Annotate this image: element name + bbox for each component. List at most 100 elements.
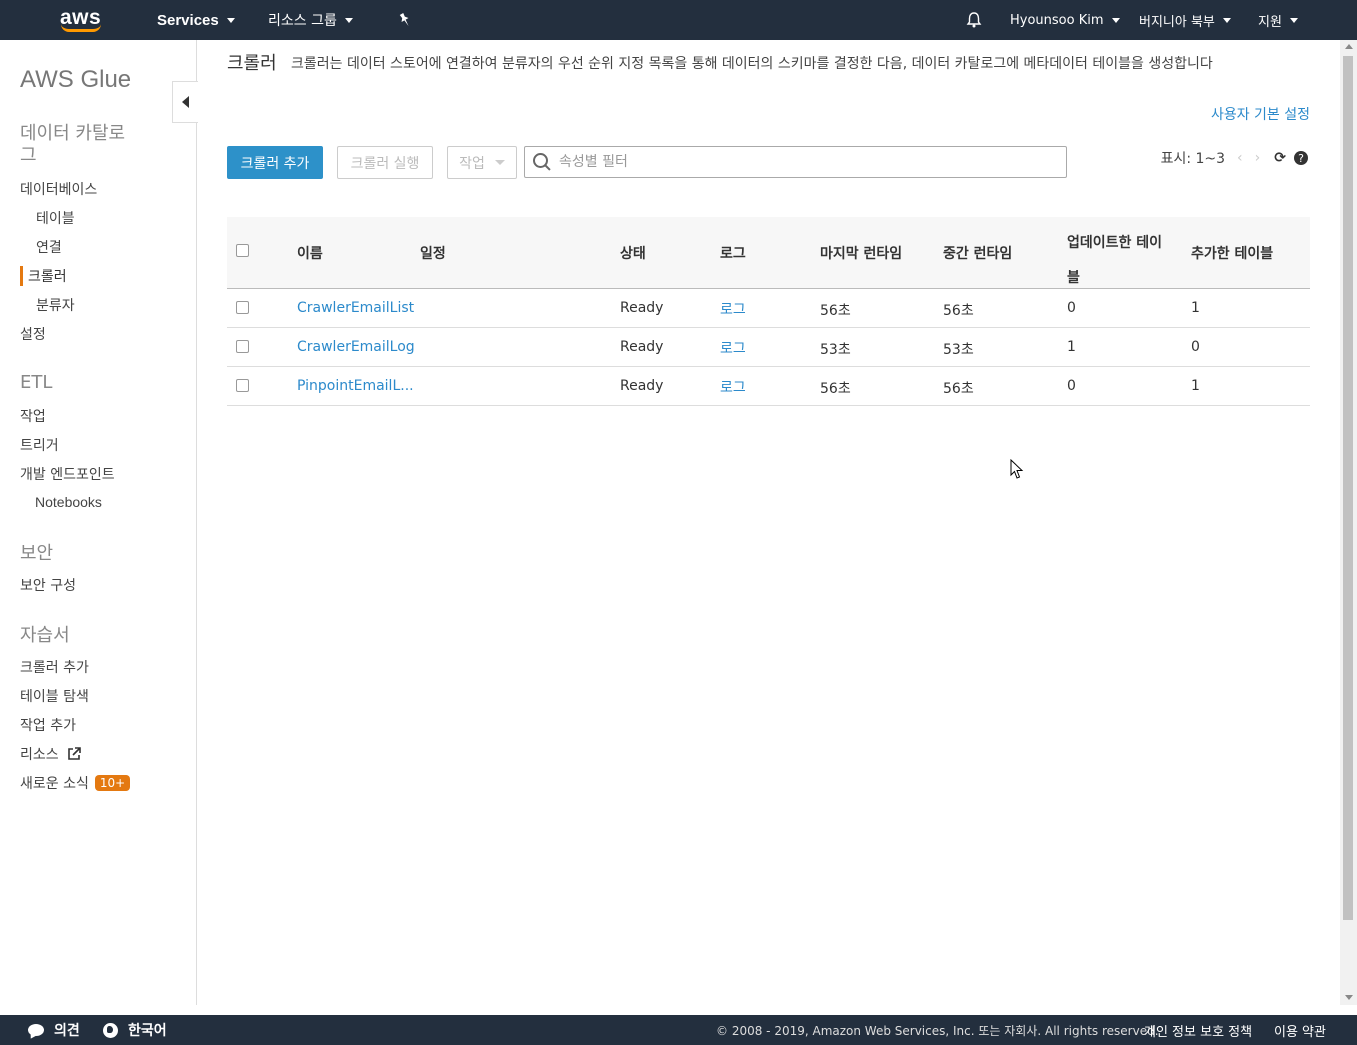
crawler-name-link[interactable]: PinpointEmailL... bbox=[297, 378, 414, 394]
pagination: 표시: 1~3 ‹ › ⟳ ? bbox=[1161, 148, 1308, 168]
language-selector[interactable]: 한국어 bbox=[103, 1015, 167, 1045]
crawler-logs-link[interactable]: 로그 bbox=[720, 299, 746, 319]
bell-icon[interactable] bbox=[965, 0, 983, 40]
support-label: 지원 bbox=[1258, 14, 1282, 30]
crawler-last-runtime: 53초 bbox=[820, 342, 851, 358]
sidebar-item-connections[interactable]: 연결 bbox=[36, 237, 62, 257]
whats-new-badge: 10+ bbox=[94, 775, 131, 791]
crawler-tables-added: 1 bbox=[1191, 300, 1200, 316]
sidebar-heading-tutorials: 자습서 bbox=[20, 625, 70, 646]
help-icon[interactable]: ? bbox=[1294, 151, 1308, 165]
table-row[interactable]: PinpointEmailL... Ready 로그 56초 56초 0 1 bbox=[227, 367, 1310, 406]
crawler-name-link[interactable]: CrawlerEmailLog bbox=[297, 339, 415, 355]
caret-left-icon bbox=[182, 96, 189, 108]
crawler-median-runtime: 56초 bbox=[943, 303, 974, 319]
page-description: 크롤러는 데이터 스토어에 연결하여 분류자의 우선 순위 지정 목록을 통해 … bbox=[291, 56, 1213, 72]
action-dropdown[interactable]: 작업 bbox=[447, 146, 517, 179]
crawler-logs-link[interactable]: 로그 bbox=[720, 338, 746, 358]
crawler-status: Ready bbox=[620, 300, 664, 316]
globe-icon bbox=[103, 1022, 118, 1038]
scroll-up-icon[interactable] bbox=[1345, 44, 1353, 49]
column-header-name[interactable]: 이름 bbox=[297, 243, 323, 263]
row-checkbox[interactable] bbox=[236, 301, 249, 314]
pagination-range: 표시: 1~3 bbox=[1160, 151, 1226, 167]
crawler-name-link[interactable]: CrawlerEmailList bbox=[297, 300, 414, 316]
aws-smile-icon bbox=[60, 24, 101, 32]
crawler-tables-added: 0 bbox=[1191, 339, 1200, 355]
chevron-left-icon[interactable]: ‹ bbox=[1237, 150, 1243, 166]
resource-groups-label: 리소스 그룹 bbox=[268, 13, 337, 29]
chevron-down-icon bbox=[494, 160, 505, 165]
crawler-last-runtime: 56초 bbox=[820, 303, 851, 319]
services-menu[interactable]: Services bbox=[157, 0, 235, 40]
external-link-icon bbox=[67, 747, 81, 760]
user-menu[interactable]: Hyounsoo Kim bbox=[1010, 0, 1120, 40]
sidebar-item-jobs[interactable]: 작업 bbox=[20, 406, 46, 426]
pin-icon[interactable] bbox=[397, 0, 413, 40]
privacy-policy-link[interactable]: 개인 정보 보호 정책 bbox=[1144, 1015, 1252, 1045]
sidebar-item-notebooks[interactable]: Notebooks bbox=[35, 494, 102, 510]
feedback-button[interactable]: 의견 bbox=[28, 1015, 80, 1045]
sidebar-item-tables[interactable]: 테이블 bbox=[36, 208, 75, 228]
scroll-down-icon[interactable] bbox=[1345, 995, 1353, 1000]
run-crawler-button[interactable]: 크롤러 실행 bbox=[337, 146, 433, 179]
add-crawler-button[interactable]: 크롤러 추가 bbox=[227, 146, 323, 179]
aws-logo[interactable]: aws bbox=[60, 0, 101, 40]
region-label: 버지니아 북부 bbox=[1139, 14, 1215, 30]
column-header-last-runtime[interactable]: 마지막 런타임 bbox=[820, 243, 902, 263]
region-menu[interactable]: 버지니아 북부 bbox=[1139, 0, 1231, 40]
sidebar-item-settings[interactable]: 설정 bbox=[20, 324, 46, 344]
crawler-status: Ready bbox=[620, 378, 664, 394]
page-title: 크롤러 bbox=[227, 53, 277, 74]
crawler-last-runtime: 56초 bbox=[820, 381, 851, 397]
sidebar-item-crawlers[interactable]: 크롤러 bbox=[20, 266, 67, 286]
filter-search-box[interactable] bbox=[524, 146, 1067, 178]
sidebar-item-databases[interactable]: 데이터베이스 bbox=[20, 179, 97, 199]
sidebar-item-tut-add-job[interactable]: 작업 추가 bbox=[20, 715, 76, 735]
sidebar-item-tut-add-crawler[interactable]: 크롤러 추가 bbox=[20, 657, 89, 677]
resource-groups-menu[interactable]: 리소스 그룹 bbox=[268, 0, 353, 40]
sidebar-item-tut-explore-table[interactable]: 테이블 탐색 bbox=[20, 686, 89, 706]
column-header-schedule[interactable]: 일정 bbox=[420, 243, 446, 263]
chevron-down-icon bbox=[1222, 17, 1231, 23]
column-header-status[interactable]: 상태 bbox=[620, 243, 646, 263]
column-header-logs[interactable]: 로그 bbox=[720, 243, 746, 263]
user-preferences-link[interactable]: 사용자 기본 설정 bbox=[1211, 104, 1310, 124]
column-header-median-runtime[interactable]: 중간 런타임 bbox=[943, 243, 1012, 263]
heading-line: 그 bbox=[20, 145, 37, 166]
select-all-checkbox[interactable] bbox=[236, 244, 249, 257]
chevron-down-icon bbox=[1289, 17, 1298, 23]
sidebar-item-resources[interactable]: 리소스 bbox=[20, 744, 81, 764]
mouse-cursor-icon bbox=[1010, 459, 1024, 479]
table-row[interactable]: CrawlerEmailList Ready 로그 56초 56초 0 1 bbox=[227, 289, 1310, 328]
sidebar-item-triggers[interactable]: 트리거 bbox=[20, 435, 59, 455]
chevron-down-icon bbox=[1111, 17, 1120, 23]
sidebar-item-security-config[interactable]: 보안 구성 bbox=[20, 575, 76, 595]
chevron-right-icon[interactable]: › bbox=[1255, 150, 1261, 166]
column-header-tables-updated[interactable]: 업데이트한 테이 블 bbox=[1067, 226, 1162, 296]
refresh-icon[interactable]: ⟳ bbox=[1274, 150, 1286, 166]
row-checkbox[interactable] bbox=[236, 379, 249, 392]
collapse-sidebar-button[interactable] bbox=[172, 81, 198, 123]
speech-bubble-icon bbox=[28, 1024, 44, 1036]
scrollbar-thumb[interactable] bbox=[1343, 56, 1353, 920]
crawler-tables-updated: 0 bbox=[1067, 300, 1076, 316]
sidebar-item-classifiers[interactable]: 분류자 bbox=[36, 295, 75, 315]
support-menu[interactable]: 지원 bbox=[1258, 0, 1298, 40]
crawler-median-runtime: 53초 bbox=[943, 342, 974, 358]
sidebar-title[interactable]: AWS Glue bbox=[20, 66, 131, 94]
search-icon bbox=[533, 153, 551, 171]
table-row[interactable]: CrawlerEmailLog Ready 로그 53초 53초 1 0 bbox=[227, 328, 1310, 367]
sidebar-heading-data-catalog[interactable]: 데이터 카탈로 그 bbox=[20, 123, 125, 167]
language-label: 한국어 bbox=[128, 1023, 167, 1039]
crawler-logs-link[interactable]: 로그 bbox=[720, 377, 746, 397]
header-line: 업데이트한 테이 bbox=[1067, 235, 1163, 251]
column-header-tables-added[interactable]: 추가한 테이블 bbox=[1191, 243, 1273, 263]
sidebar-item-dev-endpoints[interactable]: 개발 엔드포인트 bbox=[20, 464, 115, 484]
filter-input[interactable] bbox=[559, 154, 1049, 170]
sidebar-item-whats-new[interactable]: 새로운 소식 10+ bbox=[20, 773, 131, 793]
terms-of-use-link[interactable]: 이용 약관 bbox=[1274, 1015, 1326, 1045]
crawler-median-runtime: 56초 bbox=[943, 381, 974, 397]
feedback-label: 의견 bbox=[54, 1023, 80, 1039]
row-checkbox[interactable] bbox=[236, 340, 249, 353]
